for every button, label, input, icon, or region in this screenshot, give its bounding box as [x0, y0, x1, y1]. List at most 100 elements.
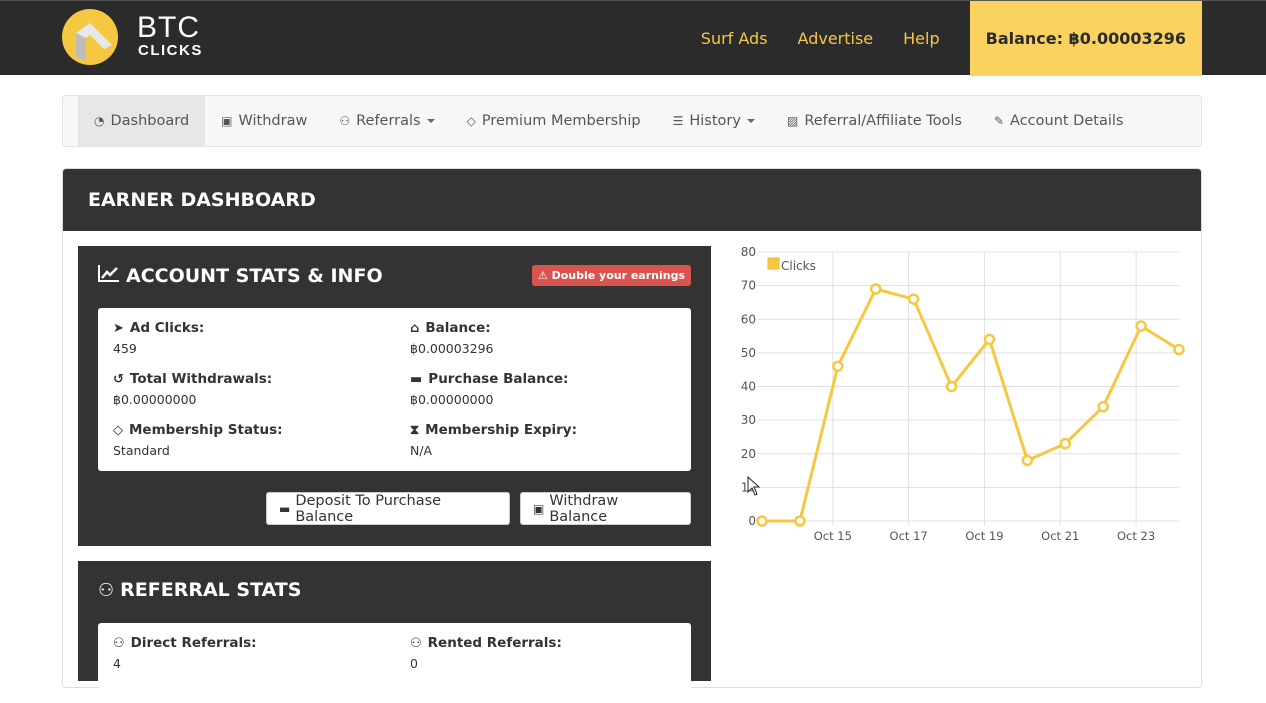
money-icon: ▣ — [221, 114, 233, 128]
x-tick-label: Oct 19 — [965, 529, 1003, 543]
image-icon: ▨ — [786, 114, 799, 128]
stat-label: Ad Clicks: — [129, 320, 205, 336]
button-label: Deposit To Purchase Balance — [295, 492, 442, 525]
y-tick-label: 40 — [741, 380, 756, 394]
referral-stats-card: ⚇ REFERRAL STATS ⚇ Direct Referrals: 4 ⚇ R… — [78, 561, 711, 703]
stat-purchase-balance: ▬ Purchase Balance: ฿0.00000000 — [410, 371, 690, 407]
data-point — [907, 293, 920, 305]
stat-label: Purchase Balance: — [428, 371, 569, 387]
data-point — [1173, 343, 1185, 356]
stat-label: Balance: — [425, 320, 491, 336]
users-icon: ⚇ — [339, 114, 351, 128]
x-tick-label: Oct 15 — [814, 529, 852, 543]
users-icon: ⚇ — [113, 635, 125, 651]
stat-value: ฿0.00003296 — [410, 341, 494, 356]
data-point — [794, 515, 806, 527]
logo-text-btc: BTC — [137, 11, 200, 44]
stat-label: Direct Referrals: — [130, 635, 257, 651]
double-earnings-badge[interactable]: ⚠ Double your earnings — [531, 265, 691, 286]
menu-label: History — [689, 113, 741, 129]
stat-membership-status: ◇ Membership Status: Standard — [113, 422, 393, 458]
users-icon: ⚇ — [410, 635, 422, 651]
data-point — [832, 360, 844, 373]
site-logo[interactable]: BTC CLICKS — [62, 9, 222, 65]
stat-ad-clicks: ➤ Ad Clicks: 459 — [113, 320, 393, 356]
stat-label: Membership Expiry: — [425, 422, 577, 438]
stat-value: 4 — [113, 656, 121, 671]
stat-direct-referrals: ⚇ Direct Referrals: 4 — [113, 635, 393, 671]
series-line-clicks — [762, 287, 1180, 523]
legend-swatch — [767, 257, 780, 270]
data-point — [1135, 320, 1147, 332]
data-point — [983, 333, 996, 346]
dashboard-icon: ◔ — [94, 114, 105, 128]
y-tick-label: 60 — [741, 312, 756, 326]
caret-down-icon — [746, 119, 755, 123]
menu-label: Account Details — [1010, 113, 1124, 129]
legend-label: Clicks — [781, 259, 816, 273]
menu-referral-tools[interactable]: ▨ Referral/Affiliate Tools — [771, 96, 978, 146]
data-point — [1021, 454, 1034, 467]
logo-mark-icon — [62, 9, 118, 65]
pointer-icon: ➤ — [113, 320, 124, 336]
clicks-line-chart: 01020304050607080Oct 15Oct 17Oct 19Oct 2… — [741, 245, 1185, 543]
menu-account-details[interactable]: ✎ Account Details — [978, 96, 1140, 146]
referral-stats-box: ⚇ Direct Referrals: 4 ⚇ Rented Referrals: … — [98, 623, 691, 703]
y-tick-label: 20 — [741, 447, 756, 461]
y-tick-label: 80 — [741, 245, 756, 259]
edit-icon: ✎ — [993, 114, 1005, 128]
hourglass-icon: ⧗ — [410, 422, 420, 438]
top-nav-links: Surf Ads Advertise Help Balance: ฿0.0000… — [701, 1, 1202, 76]
balance-button[interactable]: Balance: ฿0.00003296 — [969, 1, 1202, 76]
menu-history[interactable]: ☰ History — [657, 96, 771, 146]
diamond-icon: ◇ — [466, 114, 476, 128]
y-tick-label: 0 — [748, 514, 756, 528]
data-point — [756, 515, 768, 527]
account-stats-title-text: ACCOUNT STATS & INFO — [126, 264, 383, 287]
stat-value: ฿0.00000000 — [113, 392, 197, 407]
menu-label: Referrals — [356, 113, 421, 129]
users-icon: ⚇ — [98, 579, 115, 601]
menu-dashboard[interactable]: ◔ Dashboard — [78, 96, 206, 146]
clicks-chart: 01020304050607080Oct 15Oct 17Oct 19Oct 2… — [730, 240, 1190, 550]
nav-advertise[interactable]: Advertise — [798, 29, 874, 48]
stat-rented-referrals: ⚇ Rented Referrals: 0 — [410, 635, 690, 671]
x-tick-label: Oct 21 — [1041, 529, 1079, 543]
nav-help[interactable]: Help — [903, 29, 939, 48]
credit-card-icon: ▬ — [279, 501, 291, 516]
button-label: Withdraw Balance — [549, 492, 619, 525]
x-tick-label: Oct 23 — [1117, 529, 1155, 543]
account-stats-title: ACCOUNT STATS & INFO — [98, 264, 383, 287]
y-tick-label: 70 — [741, 279, 756, 293]
bank-icon: ⌂ — [410, 320, 420, 336]
withdraw-balance-button[interactable]: ▣ Withdraw Balance — [520, 492, 691, 525]
stat-value: 459 — [113, 341, 137, 356]
x-tick-label: Oct 17 — [890, 529, 928, 543]
stat-total-withdrawals: ↺ Total Withdrawals: ฿0.00000000 — [113, 371, 393, 407]
stat-membership-expiry: ⧗ Membership Expiry: N/A — [410, 422, 690, 458]
caret-down-icon — [426, 119, 435, 123]
list-icon: ☰ — [672, 114, 684, 128]
menu-premium-membership[interactable]: ◇ Premium Membership — [451, 96, 657, 146]
stat-value: Standard — [113, 443, 170, 458]
line-chart-icon — [98, 264, 120, 287]
credit-card-icon: ▬ — [410, 371, 423, 387]
data-point — [945, 380, 958, 393]
dashboard-title: EARNER DASHBOARD — [63, 169, 1201, 231]
deposit-purchase-balance-button[interactable]: ▬ Deposit To Purchase Balance — [266, 492, 510, 525]
diamond-icon: ◇ — [113, 422, 123, 438]
menu-label: Referral/Affiliate Tools — [804, 113, 962, 129]
data-point — [869, 283, 882, 295]
logo-text-clicks: CLICKS — [138, 42, 203, 59]
stat-balance: ⌂ Balance: ฿0.00003296 — [410, 320, 690, 356]
menu-withdraw[interactable]: ▣ Withdraw — [205, 96, 323, 146]
referral-stats-title: ⚇ REFERRAL STATS — [98, 579, 301, 601]
dashboard-menu: ◔ Dashboard ▣ Withdraw ⚇ Referrals ◇ Pre… — [62, 95, 1202, 147]
menu-label: Dashboard — [110, 113, 190, 129]
menu-label: Withdraw — [238, 113, 308, 129]
mouse-cursor-icon — [747, 475, 761, 500]
menu-referrals[interactable]: ⚇ Referrals — [323, 96, 450, 146]
nav-surf-ads[interactable]: Surf Ads — [701, 29, 768, 48]
account-stats-box: ➤ Ad Clicks: 459 ⌂ Balance: ฿0.00003296 ↺ T… — [98, 308, 691, 471]
history-icon: ↺ — [113, 371, 124, 387]
